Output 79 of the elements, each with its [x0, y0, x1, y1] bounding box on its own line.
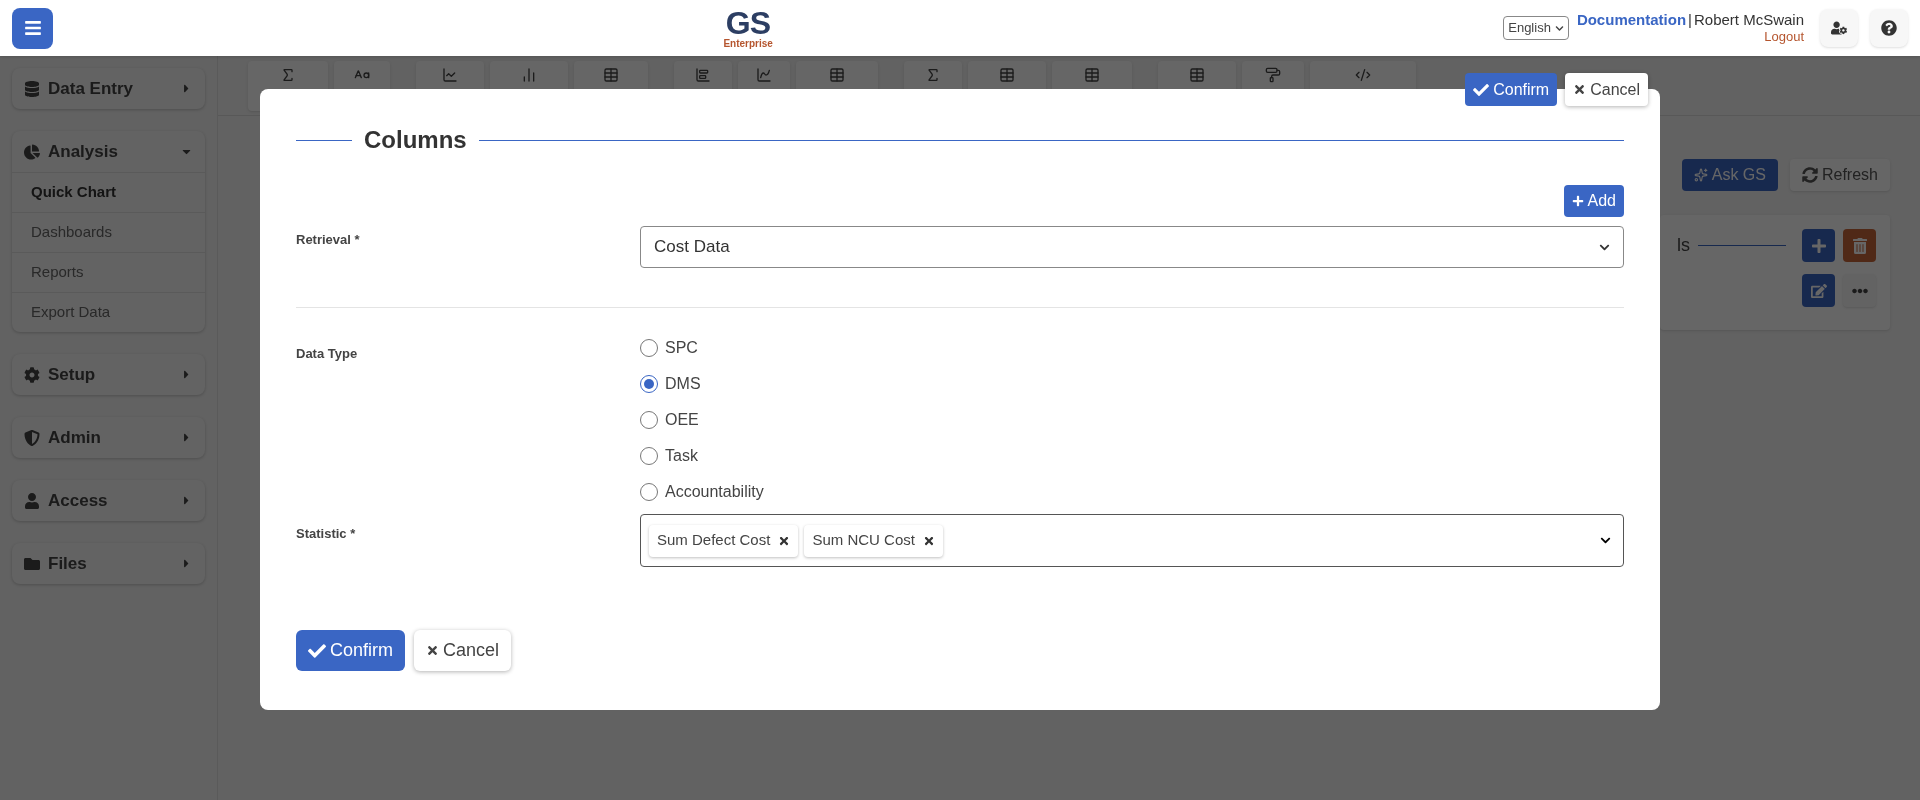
trend-chart-icon [756, 67, 772, 83]
close-icon [426, 644, 439, 657]
sidebar-subitem[interactable]: Reports [12, 252, 205, 292]
menu-button[interactable] [12, 7, 53, 49]
sidebar-item[interactable]: Setup [12, 354, 205, 395]
ask-button[interactable]: Ask GS [1681, 159, 1778, 191]
remove-icon[interactable] [922, 534, 935, 547]
sidebar-subitem[interactable]: Export Data [12, 292, 205, 332]
menu-icon [23, 19, 42, 37]
table-icon [1189, 67, 1205, 83]
refresh-button[interactable]: Refresh [1789, 159, 1890, 191]
table-icon [999, 67, 1015, 83]
code-chart-icon [1355, 67, 1371, 83]
sparkles-icon [1693, 168, 1708, 182]
separator: | [1688, 10, 1692, 28]
sigma-icon [280, 67, 296, 83]
horizontal-bar-chart-icon [695, 67, 711, 83]
sidebar-item[interactable]: Data Entry [12, 68, 205, 109]
cancel-button[interactable]: Cancel [1565, 73, 1648, 106]
user-icon [24, 492, 40, 509]
table-icon [1084, 67, 1100, 83]
shield-icon [24, 429, 40, 446]
field-label: Data Type [296, 345, 359, 363]
radio-label: DMS [665, 374, 701, 394]
field-label: Retrieval * [296, 231, 361, 249]
add-button[interactable]: Add [1563, 185, 1624, 217]
table-icon [603, 67, 619, 83]
close-icon [1573, 83, 1587, 96]
database-icon [24, 80, 40, 97]
radio-label: SPC [665, 338, 698, 358]
table-icon [829, 67, 845, 83]
sidebar-item[interactable]: Access [12, 480, 205, 521]
help-icon [1881, 20, 1897, 36]
confirm-button[interactable]: Confirm [296, 630, 405, 671]
bar-chart-icon [521, 67, 537, 83]
check-icon [308, 641, 326, 660]
folder-icon [24, 555, 40, 572]
logout-link[interactable]: Logout [1764, 29, 1804, 46]
sidebar-subitem[interactable]: Quick Chart [12, 172, 205, 212]
edit-icon [1810, 282, 1827, 299]
documentation-link[interactable]: Documentation [1576, 10, 1687, 28]
retrieval-select[interactable]: Cost Data [640, 226, 1624, 268]
settings-icon [24, 366, 40, 383]
tag: Sum NCU Cost [804, 524, 943, 557]
confirm-button[interactable]: Confirm [1465, 73, 1558, 106]
plus-icon [1810, 237, 1827, 254]
sidebar-subitem[interactable]: Dashboards [12, 212, 205, 252]
check-icon [1473, 81, 1490, 98]
edit-button[interactable] [1802, 274, 1835, 307]
chevron-down-icon [1600, 535, 1611, 546]
user-name: Robert McSwain [1693, 10, 1804, 28]
trash-icon [1851, 237, 1868, 254]
sidebar-item[interactable]: Analysis [12, 131, 205, 172]
chevron-down-icon [1554, 23, 1564, 33]
tag: Sum Defect Cost [649, 524, 799, 557]
field-label: Statistic * [296, 525, 357, 543]
refresh-icon [1801, 167, 1818, 183]
add-icon-button[interactable] [1802, 229, 1835, 262]
language-select[interactable]: English [1503, 16, 1569, 40]
sidebar-item[interactable]: Admin [12, 417, 205, 458]
radio-label: OEE [665, 410, 699, 430]
help-button[interactable] [1870, 9, 1908, 47]
radio-label: Accountability [665, 482, 764, 502]
cancel-button[interactable]: Cancel [414, 630, 512, 671]
sidebar-item[interactable]: Files [12, 543, 205, 584]
plus-icon [1571, 195, 1584, 207]
logo: GS Enterprise [723, 7, 773, 49]
user-settings-button[interactable] [1820, 9, 1858, 47]
user-settings-icon [1831, 20, 1847, 36]
remove-icon[interactable] [778, 534, 791, 547]
pie-chart-icon [24, 143, 40, 160]
modal-title: Columns [364, 125, 467, 155]
radio-label: Task [665, 446, 698, 466]
statistic-multiselect[interactable]: Sum Defect Cost Sum NCU Cost [640, 514, 1624, 567]
paint-roller-icon [1265, 67, 1281, 83]
sigma-icon [925, 67, 941, 83]
line-chart-icon [442, 67, 458, 83]
more-button[interactable] [1843, 274, 1876, 307]
card-title: ls [1676, 234, 1690, 257]
